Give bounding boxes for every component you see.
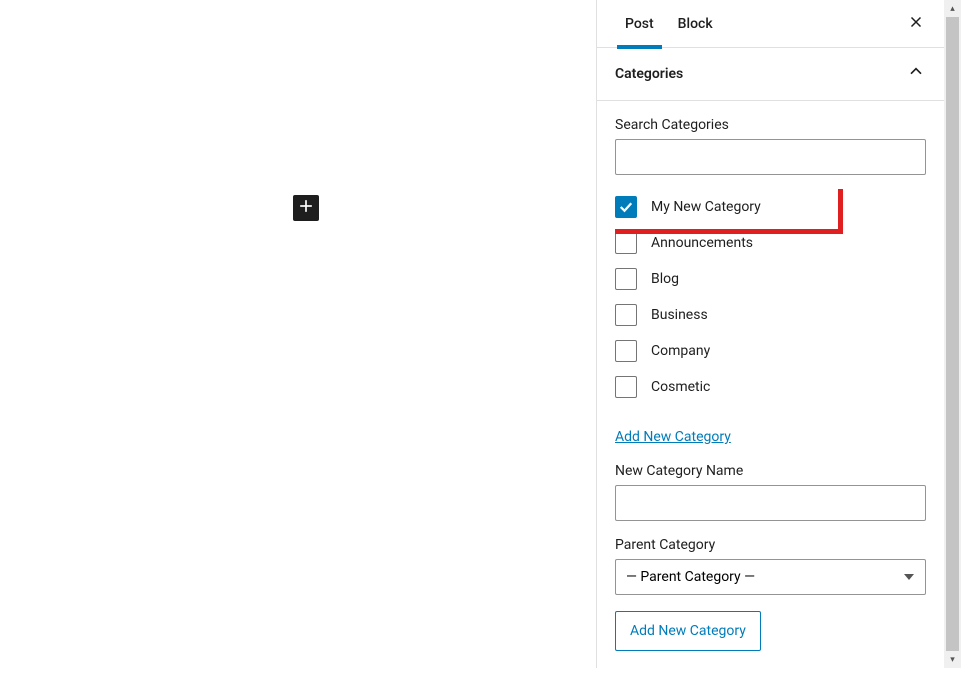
add-new-category-button[interactable]: Add New Category: [615, 611, 761, 651]
category-label: My New Category: [651, 199, 761, 215]
page-scrollbar[interactable]: ▴ ▾: [944, 0, 961, 668]
close-sidebar-button[interactable]: [904, 12, 928, 36]
category-checkbox-company[interactable]: [615, 340, 637, 362]
search-categories-input[interactable]: [615, 139, 926, 175]
new-category-section: New Category Name: [615, 463, 926, 521]
categories-list[interactable]: My New Category Announcements Blog Busin…: [615, 189, 926, 407]
editor-canvas: [0, 0, 595, 668]
scroll-thumb[interactable]: [946, 17, 959, 651]
check-icon: [617, 198, 635, 216]
panel-title: Categories: [615, 66, 683, 82]
chevron-up-icon: [906, 62, 926, 86]
scroll-down-arrow[interactable]: ▾: [944, 651, 961, 668]
category-checkbox-announcements[interactable]: [615, 232, 637, 254]
tab-post[interactable]: Post: [613, 0, 666, 48]
close-icon: [907, 13, 925, 35]
tab-block[interactable]: Block: [666, 0, 725, 48]
category-label: Cosmetic: [651, 379, 710, 395]
add-block-button[interactable]: [293, 195, 319, 221]
category-label: Blog: [651, 271, 679, 287]
sidebar-tabs: Post Block: [597, 0, 944, 48]
add-new-category-link[interactable]: Add New Category: [615, 429, 731, 445]
category-label: Business: [651, 307, 708, 323]
category-checkbox-business[interactable]: [615, 304, 637, 326]
category-row: Blog: [615, 261, 926, 297]
categories-panel-body: Search Categories My New Category Announ…: [597, 101, 944, 675]
category-row: Announcements: [615, 225, 926, 261]
category-row: Business: [615, 297, 926, 333]
categories-panel-toggle[interactable]: Categories: [597, 48, 944, 101]
parent-category-select[interactable]: — Parent Category —: [615, 559, 926, 595]
settings-sidebar: Post Block Categories Search Categories …: [596, 0, 944, 668]
category-checkbox-cosmetic[interactable]: [615, 376, 637, 398]
category-row: My New Category: [615, 189, 926, 225]
search-categories-label: Search Categories: [615, 117, 926, 133]
category-label: Company: [651, 343, 710, 359]
parent-category-label: Parent Category: [615, 537, 926, 553]
category-checkbox-blog[interactable]: [615, 268, 637, 290]
scroll-up-arrow[interactable]: ▴: [944, 0, 961, 17]
plus-icon: [296, 196, 316, 220]
category-label: Announcements: [651, 235, 753, 251]
category-row: Cosmetic: [615, 369, 926, 405]
category-checkbox-my-new-category[interactable]: [615, 196, 637, 218]
category-row: Company: [615, 333, 926, 369]
new-category-name-label: New Category Name: [615, 463, 926, 479]
parent-category-section: Parent Category — Parent Category —: [615, 537, 926, 595]
new-category-name-input[interactable]: [615, 485, 926, 521]
